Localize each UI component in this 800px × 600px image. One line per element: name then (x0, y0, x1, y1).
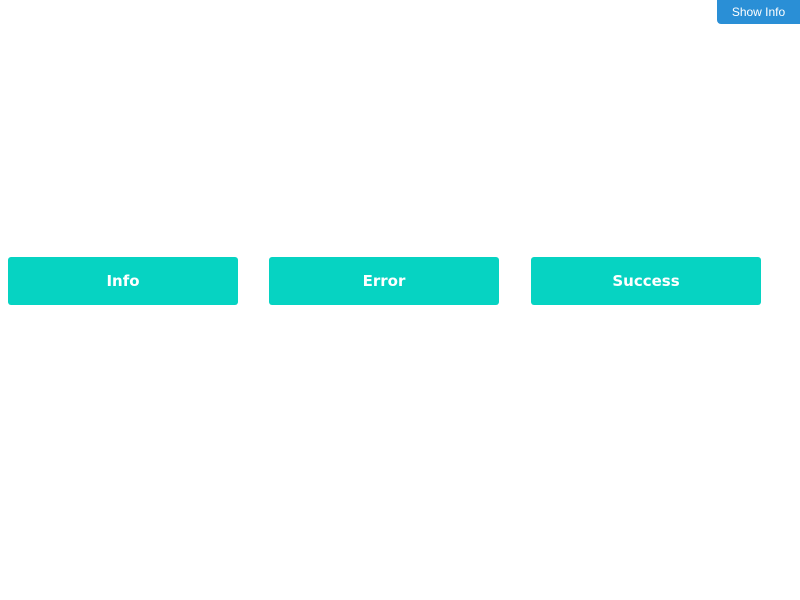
success-button[interactable]: Success (531, 257, 761, 305)
info-button[interactable]: Info (8, 257, 238, 305)
toast-button-row: Info Error Success (8, 257, 768, 305)
error-button[interactable]: Error (269, 257, 499, 305)
show-info-button[interactable]: Show Info (717, 0, 800, 24)
page: Show Info Info Error Success (0, 0, 800, 600)
